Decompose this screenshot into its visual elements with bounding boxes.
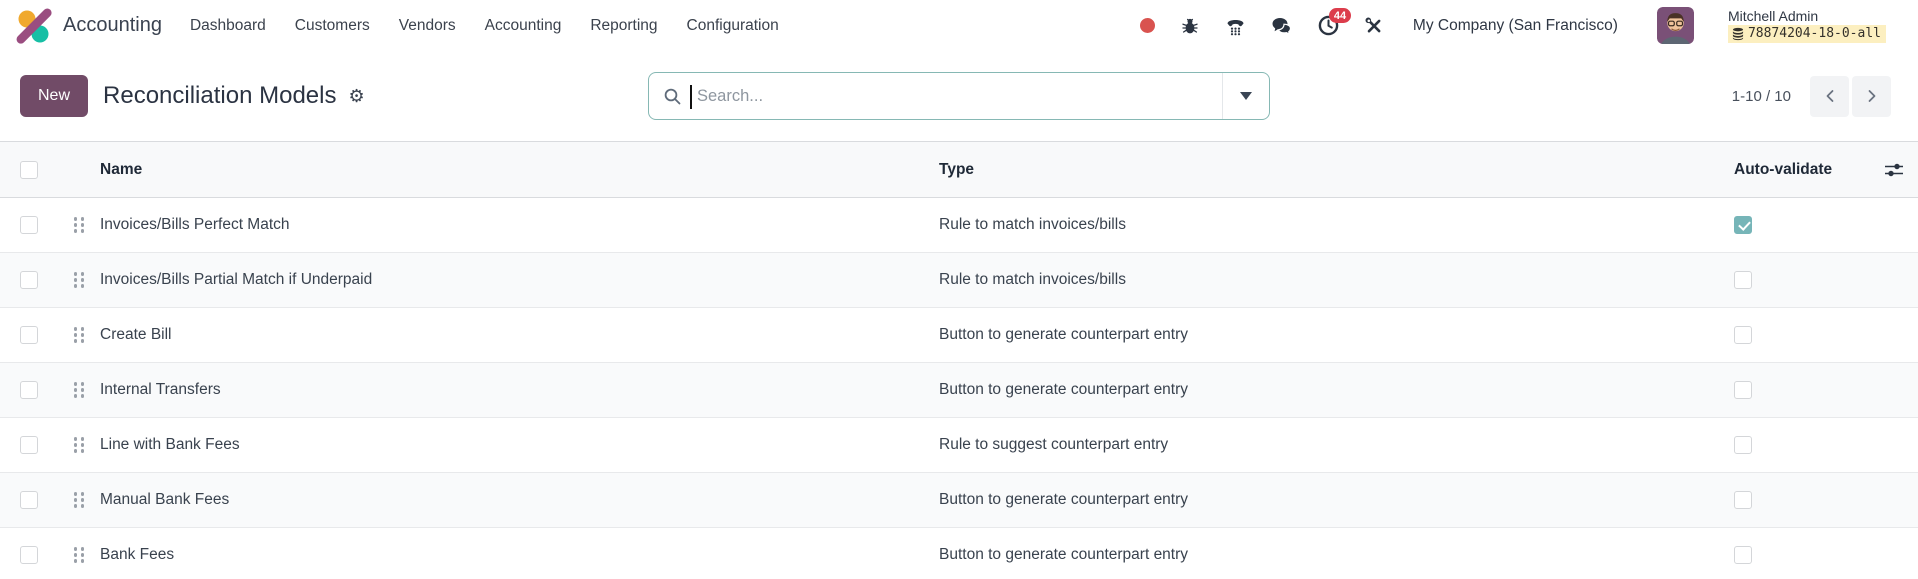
chevron-right-icon [1868,90,1875,102]
row-type: Rule to suggest counterpart entry [939,436,1169,453]
drag-handle-icon[interactable] [73,327,85,343]
pager-next-button[interactable] [1852,75,1891,117]
auto-validate-checkbox[interactable] [1734,381,1752,399]
search-bar [648,72,1270,120]
row-name: Manual Bank Fees [100,491,230,508]
table-row[interactable]: Manual Bank Fees Button to generate count… [0,473,1918,528]
gear-icon[interactable]: ⚙ [348,87,364,105]
auto-validate-checkbox[interactable] [1734,436,1752,454]
table-row[interactable]: Internal Transfers Button to generate cou… [0,363,1918,418]
drag-handle-icon[interactable] [73,492,85,508]
row-select-checkbox[interactable] [20,381,38,399]
user-name: Mitchell Admin [1727,8,1819,24]
menu-accounting[interactable]: Accounting [485,17,562,35]
new-button[interactable]: New [20,75,89,117]
chevron-left-icon [1826,90,1833,102]
drag-handle-icon[interactable] [73,217,85,233]
search-input[interactable] [649,73,1222,119]
auto-validate-checkbox[interactable] [1734,546,1752,564]
drag-handle-icon[interactable] [73,272,85,288]
pager-previous-button[interactable] [1810,75,1849,117]
row-type: Button to generate counterpart entry [939,546,1189,563]
top-navbar: Accounting Dashboard Customers Vendors A… [0,0,1918,51]
row-type: Button to generate counterpart entry [939,326,1189,343]
text-cursor [690,85,692,109]
database-badge: 78874204-18-0-all [1727,25,1886,43]
row-name: Bank Fees [100,546,175,563]
column-header-type[interactable]: Type [939,161,1730,179]
search-dropdown-toggle[interactable] [1222,73,1269,119]
app-title[interactable]: Accounting [63,14,162,37]
bug-icon[interactable] [1180,16,1200,36]
control-panel: New Reconciliation Models ⚙ 1-10 / 10 [0,51,1918,141]
database-name: 78874204-18-0-all [1747,26,1881,41]
row-type: Button to generate counterpart entry [939,491,1189,508]
column-header-name[interactable]: Name [100,161,939,179]
user-avatar[interactable] [1656,7,1694,44]
caret-down-icon [1240,92,1252,100]
auto-validate-checkbox[interactable] [1734,271,1752,289]
row-name: Invoices/Bills Partial Match if Underpai… [100,271,373,288]
table-row[interactable]: Invoices/Bills Perfect Match Rule to matc… [0,198,1918,253]
phone-icon[interactable] [1225,16,1246,36]
auto-validate-checkbox[interactable] [1734,491,1752,509]
row-name: Invoices/Bills Perfect Match [100,216,290,233]
drag-handle-icon[interactable] [73,547,85,563]
menu-customers[interactable]: Customers [295,17,370,35]
menu-reporting[interactable]: Reporting [590,17,657,35]
auto-validate-checkbox[interactable] [1734,326,1752,344]
menu-configuration[interactable]: Configuration [687,17,779,35]
row-type: Rule to match invoices/bills [939,271,1126,288]
drag-handle-icon[interactable] [73,437,85,453]
drag-handle-icon[interactable] [73,382,85,398]
activity-count-badge: 44 [1328,8,1352,23]
odoo-logo-icon[interactable] [16,8,52,44]
column-options-button[interactable] [1870,162,1918,178]
row-select-checkbox[interactable] [20,546,38,564]
table-row[interactable]: Bank Fees Button to generate counterpart … [0,528,1918,579]
row-select-checkbox[interactable] [20,271,38,289]
table-header: Name Type Auto-validate [0,142,1918,198]
menu-dashboard[interactable]: Dashboard [190,17,266,35]
pager: 1-10 / 10 [1731,75,1891,117]
reconciliation-models-list: Name Type Auto-validate Invoices/Bills P… [0,141,1918,579]
row-select-checkbox[interactable] [20,216,38,234]
row-select-checkbox[interactable] [20,326,38,344]
search-icon [664,88,681,104]
row-name: Create Bill [100,326,172,343]
row-type: Rule to match invoices/bills [939,216,1126,233]
tools-icon[interactable] [1364,16,1384,36]
record-dot-icon[interactable] [1139,18,1155,33]
sliders-icon [1885,163,1903,176]
table-row[interactable]: Create Bill Button to generate counterpar… [0,308,1918,363]
row-select-checkbox[interactable] [20,436,38,454]
page-title: Reconciliation Models [103,82,337,109]
auto-validate-checkbox[interactable] [1734,216,1752,234]
select-all-checkbox[interactable] [20,160,38,179]
database-icon [1732,27,1744,40]
table-body: Invoices/Bills Perfect Match Rule to matc… [0,198,1918,579]
row-name: Line with Bank Fees [100,436,240,453]
table-row[interactable]: Line with Bank Fees Rule to suggest count… [0,418,1918,473]
row-name: Internal Transfers [100,381,221,398]
user-menu[interactable]: Mitchell Admin 78874204-18-0-all [1727,8,1886,43]
chat-icon[interactable] [1271,16,1293,36]
main-menu: Dashboard Customers Vendors Accounting R… [190,17,779,35]
row-type: Button to generate counterpart entry [939,381,1189,398]
table-row[interactable]: Invoices/Bills Partial Match if Underpai… [0,253,1918,308]
row-select-checkbox[interactable] [20,491,38,509]
column-header-auto-validate[interactable]: Auto-validate [1730,161,1870,179]
pager-range: 1-10 / 10 [1731,87,1791,105]
menu-vendors[interactable]: Vendors [399,17,456,35]
company-switcher[interactable]: My Company (San Francisco) [1413,17,1618,35]
activity-clock-icon[interactable]: 44 [1318,8,1352,36]
